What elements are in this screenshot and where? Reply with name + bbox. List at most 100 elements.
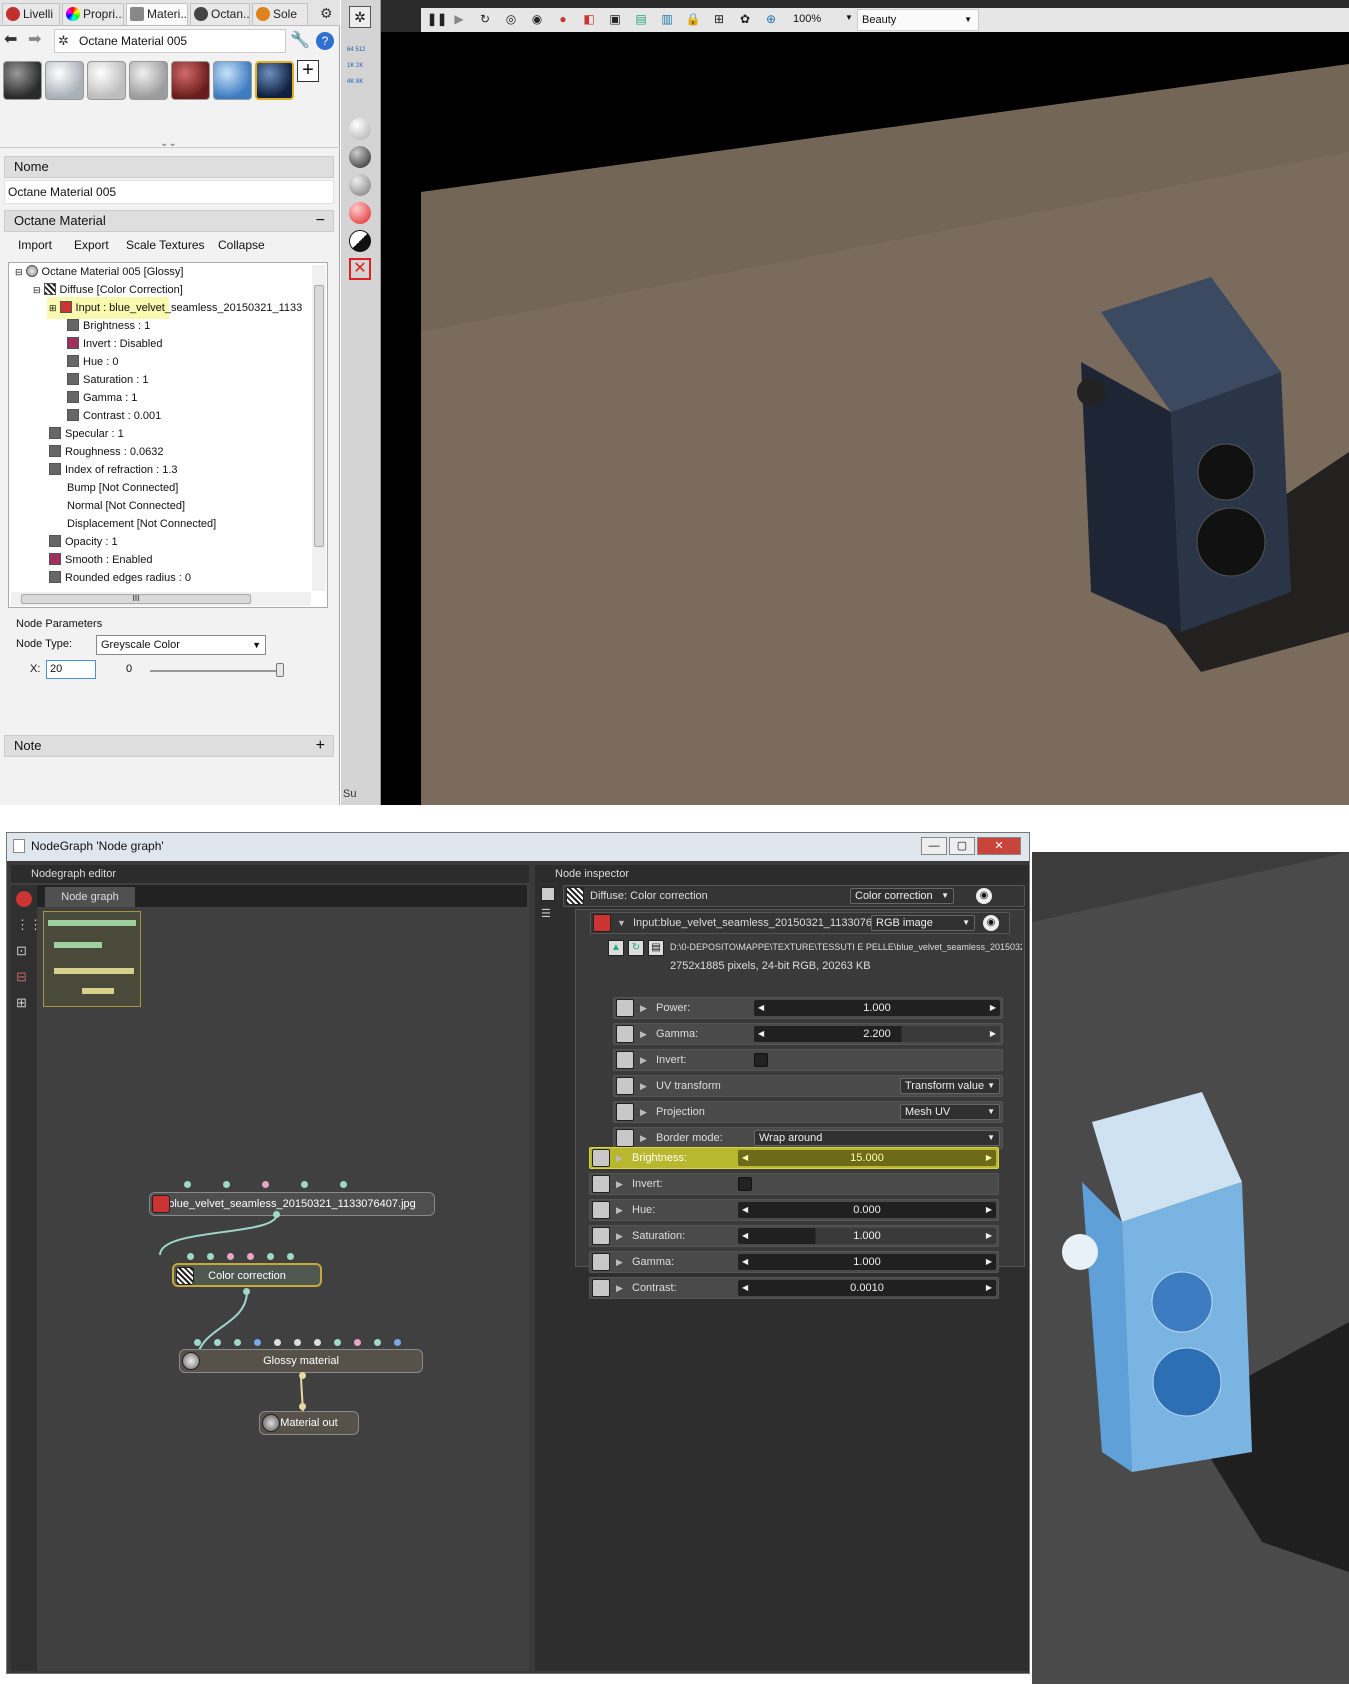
zoom-level[interactable]: 100% xyxy=(793,13,821,25)
input-pin[interactable] xyxy=(394,1339,401,1346)
tab-octane[interactable]: Octan... xyxy=(190,3,250,25)
input-pin[interactable] xyxy=(262,1181,269,1188)
input-pin[interactable] xyxy=(207,1253,214,1260)
play-icon[interactable]: ▶ xyxy=(451,11,467,27)
expand-arrow-icon[interactable]: ▶ xyxy=(616,1148,623,1168)
decrement-arrow-icon[interactable]: ◀ xyxy=(758,1026,764,1042)
render-viewport[interactable]: ❚❚ ▶ ↻ ◎ ◉ ● ◧ ▣ ▤ ▥ 🔒 ⊞ ✿ ⊕ 100% ▼ Beau… xyxy=(381,0,1349,805)
tab-layers[interactable]: Livelli xyxy=(2,3,60,25)
tree-item[interactable]: ⊞ Input : blue_velvet_seamless_20150321_1… xyxy=(49,299,302,317)
octane-section-header[interactable]: Octane Material − xyxy=(4,210,334,232)
material-swatch[interactable] xyxy=(171,61,210,100)
param-row[interactable]: ▶ Power: ◀ 1.000 ▶ xyxy=(613,997,1003,1019)
expand-arrow-icon[interactable]: ▶ xyxy=(640,1076,647,1096)
output-pin[interactable] xyxy=(299,1372,306,1379)
increment-arrow-icon[interactable]: ▶ xyxy=(986,1254,992,1270)
output-pin[interactable] xyxy=(243,1288,250,1295)
input-pin[interactable] xyxy=(354,1339,361,1346)
value-field[interactable]: ◀ 0.0010 ▶ xyxy=(738,1280,996,1296)
list-icon[interactable]: ☰ xyxy=(541,907,551,920)
group-icon[interactable]: ⊟ xyxy=(16,969,32,985)
tree-item[interactable]: Gamma : 1 xyxy=(67,389,137,407)
increment-arrow-icon[interactable]: ▶ xyxy=(990,1026,996,1042)
input-pin[interactable] xyxy=(374,1339,381,1346)
node-type-select[interactable]: Greyscale Color ▼ xyxy=(96,635,266,655)
expand-arrow-icon[interactable]: ▶ xyxy=(640,1102,647,1122)
input-pin[interactable] xyxy=(214,1339,221,1346)
add-material-button[interactable]: + xyxy=(297,60,319,82)
sphere-red-icon[interactable] xyxy=(349,202,371,224)
param-dropdown[interactable]: Wrap around ▼ xyxy=(754,1130,1000,1146)
increment-arrow-icon[interactable]: ▶ xyxy=(990,1000,996,1016)
input-texture-header[interactable]: ▼ Input:blue_velvet_seamless_20150321_11… xyxy=(590,912,1010,934)
render-pass-select[interactable]: Beauty ▼ xyxy=(857,9,979,31)
collapse-button[interactable]: Collapse xyxy=(218,234,265,256)
param-dropdown[interactable]: Transform value ▼ xyxy=(900,1078,1000,1094)
expand-arrow-icon[interactable]: ▶ xyxy=(640,998,647,1018)
decrement-arrow-icon[interactable]: ◀ xyxy=(742,1202,748,1218)
gear-icon[interactable]: ⚙ xyxy=(320,3,333,23)
tree-item[interactable]: Bump [Not Connected] xyxy=(67,479,178,497)
restart-icon[interactable]: ↻ xyxy=(477,11,493,27)
tree-item[interactable]: Roughness : 0.0632 xyxy=(49,443,163,461)
material-swatch[interactable] xyxy=(129,61,168,100)
expand-arrow-icon[interactable]: ▶ xyxy=(616,1226,623,1246)
increment-arrow-icon[interactable]: ▶ xyxy=(986,1228,992,1244)
arrange-icon[interactable]: ⋮⋮ xyxy=(16,917,42,933)
input-pin[interactable] xyxy=(334,1339,341,1346)
scroll-thumb[interactable]: III xyxy=(21,594,251,604)
snapshot-icon[interactable]: ▣ xyxy=(607,11,623,27)
value-field[interactable]: ◀ 1.000 ▶ xyxy=(738,1228,996,1244)
eye-icon[interactable]: ◉ xyxy=(976,888,992,904)
minimize-button[interactable]: — xyxy=(921,837,947,855)
tree-vertical-scrollbar[interactable] xyxy=(312,265,326,591)
tree-item[interactable]: Saturation : 1 xyxy=(67,371,148,389)
sphere-light-icon[interactable] xyxy=(349,118,371,140)
value-field[interactable]: ◀ 0.000 ▶ xyxy=(738,1202,996,1218)
node-type-dropdown[interactable]: Color correction ▼ xyxy=(850,888,954,904)
octane-node-icon[interactable] xyxy=(16,891,32,907)
zoom-dropdown-arrow-icon[interactable]: ▼ xyxy=(845,13,853,22)
material-swatch[interactable] xyxy=(213,61,252,100)
layout-icon[interactable]: ⊡ xyxy=(16,943,32,959)
texture-node[interactable]: blue_velvet_seamless_20150321_1133076407… xyxy=(149,1192,435,1216)
input-pin[interactable] xyxy=(223,1181,230,1188)
decrement-arrow-icon[interactable]: ◀ xyxy=(742,1228,748,1244)
scroll-thumb[interactable] xyxy=(314,285,324,547)
input-pin[interactable] xyxy=(187,1253,194,1260)
tree-item[interactable]: Opacity : 1 xyxy=(49,533,118,551)
resolution-grid[interactable]: 64 512 1K 2K 4K 8K xyxy=(347,46,377,86)
octane-logo-icon[interactable]: ✲ xyxy=(349,6,371,28)
expand-arrow-icon[interactable]: ▶ xyxy=(640,1128,647,1148)
expand-arrow-icon[interactable]: ▶ xyxy=(616,1174,623,1194)
expand-arrow-icon[interactable]: ▶ xyxy=(640,1050,647,1070)
wrench-icon[interactable]: 🔧 xyxy=(290,31,310,51)
film-icon[interactable]: ▤ xyxy=(648,940,664,956)
name-input[interactable]: Octane Material 005 xyxy=(4,180,334,204)
increment-arrow-icon[interactable]: ▶ xyxy=(986,1202,992,1218)
expand-arrow-icon[interactable]: ▶ xyxy=(616,1252,623,1272)
tree-item[interactable]: Specular : 1 xyxy=(49,425,124,443)
param-row[interactable]: ▶ UV transform Transform value ▼ xyxy=(613,1075,1003,1097)
param-row[interactable]: ▶ Projection Mesh UV ▼ xyxy=(613,1101,1003,1123)
expand-arrow-icon[interactable]: ▶ xyxy=(616,1200,623,1220)
input-pin[interactable] xyxy=(267,1253,274,1260)
input-pin[interactable] xyxy=(340,1181,347,1188)
maximize-button[interactable]: ▢ xyxy=(949,837,975,855)
decrement-arrow-icon[interactable]: ◀ xyxy=(758,1000,764,1016)
param-row[interactable]: ▶ Contrast: ◀ 0.0010 ▶ xyxy=(589,1277,999,1299)
close-button[interactable]: ✕ xyxy=(977,837,1021,855)
increment-arrow-icon[interactable]: ▶ xyxy=(986,1150,992,1166)
grid-icon[interactable]: ⊞ xyxy=(711,11,727,27)
input-pin[interactable] xyxy=(274,1339,281,1346)
tree-item[interactable]: ⊟ Octane Material 005 [Glossy] xyxy=(15,263,183,281)
input-pin[interactable] xyxy=(299,1403,306,1410)
copy-icon[interactable]: ▥ xyxy=(659,11,675,27)
pin-icon[interactable] xyxy=(541,887,555,901)
value-field[interactable]: ◀ 15.000 ▶ xyxy=(738,1150,996,1166)
param-row[interactable]: ▶ Hue: ◀ 0.000 ▶ xyxy=(589,1199,999,1221)
input-pin[interactable] xyxy=(254,1339,261,1346)
param-row[interactable]: ▶ Invert: xyxy=(613,1049,1003,1071)
sphere-dark-icon[interactable] xyxy=(349,146,371,168)
reload-icon[interactable]: ↻ xyxy=(628,940,644,956)
